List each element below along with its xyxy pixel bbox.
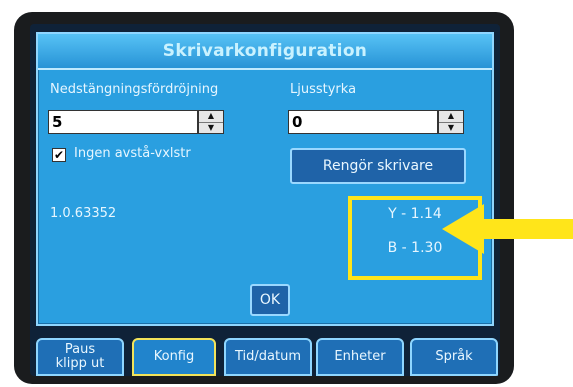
tab-pause-cut-line2: klipp ut [55, 356, 105, 371]
touch-screen: Skrivarkonfiguration Nedstängningsfördrö… [30, 24, 500, 376]
tab-pause-cut[interactable]: Paus klipp ut [36, 338, 124, 376]
brightness-input[interactable]: 0 [288, 110, 438, 134]
shutdown-delay-label: Nedstängningsfördröjning [50, 82, 219, 97]
shutdown-delay-stepper[interactable]: ▲ ▼ [198, 110, 224, 134]
no-gap-cut-label: Ingen avstå-vxlstr [74, 146, 191, 161]
bottom-tab-bar: Paus klipp ut Konfig Tid/datum Enheter S… [36, 338, 498, 376]
tab-config[interactable]: Konfig [132, 338, 216, 376]
brightness-label: Ljusstyrka [290, 82, 357, 97]
yellow-arrow-icon [442, 204, 573, 254]
dialog-titlebar: Skrivarkonfiguration [38, 34, 492, 70]
ok-button[interactable]: OK [250, 284, 290, 316]
dialog-title: Skrivarkonfiguration [162, 41, 368, 61]
clean-printer-button[interactable]: Rengör skrivare [290, 148, 466, 184]
tab-units[interactable]: Enheter [316, 338, 404, 376]
increment-arrow-icon[interactable]: ▲ [199, 111, 223, 123]
no-gap-cut-checkbox[interactable]: ✔ [52, 148, 66, 162]
software-version: 1.0.63352 [50, 206, 117, 221]
shutdown-delay-input[interactable]: 5 [48, 110, 198, 134]
printer-config-dialog: Skrivarkonfiguration Nedstängningsfördrö… [36, 32, 494, 326]
tab-pause-cut-line1: Paus [64, 341, 96, 357]
decrement-arrow-icon[interactable]: ▼ [439, 123, 463, 134]
brightness-spinner[interactable]: 0 ▲ ▼ [288, 110, 464, 134]
shutdown-delay-spinner[interactable]: 5 ▲ ▼ [48, 110, 224, 134]
decrement-arrow-icon[interactable]: ▼ [199, 123, 223, 134]
tab-language[interactable]: Språk [410, 338, 498, 376]
increment-arrow-icon[interactable]: ▲ [439, 111, 463, 123]
tab-time-date[interactable]: Tid/datum [224, 338, 312, 376]
brightness-stepper[interactable]: ▲ ▼ [438, 110, 464, 134]
